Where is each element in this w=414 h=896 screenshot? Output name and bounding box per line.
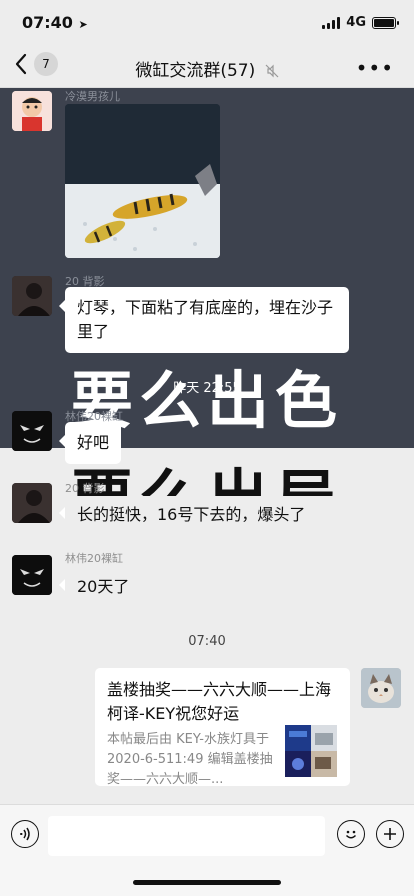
shared-link-thumbnail	[285, 725, 337, 777]
shared-link-desc: 本帖最后由 KEY-水族灯具于 2020-6-511:49 编辑盖楼抽奖——六六…	[107, 732, 273, 787]
message-bubble[interactable]: 灯琴，下面粘了有底座的，埋在沙子里了	[59, 287, 349, 353]
overlay-slogan-2-clip: 要么出局	[0, 448, 414, 496]
mute-icon	[265, 64, 279, 78]
person-avatar-icon	[12, 276, 52, 316]
shared-link-card[interactable]: 盖楼抽奖——六六大顺——上海柯译-KEY祝您好运 本帖最后由 KEY-水族灯具于…	[95, 668, 350, 787]
nickname: 林伟20裸缸	[65, 552, 123, 565]
avatar[interactable]	[361, 668, 401, 708]
chat-area[interactable]: 冷漠男孩儿 20 背影 灯琴，下面粘了有底座的，埋在沙子里了 要么出色 昨天 2…	[0, 88, 414, 804]
chat-header: 7 微缸交流群(57) •••	[0, 44, 414, 88]
signal-icon	[322, 16, 341, 29]
battery-icon	[372, 16, 399, 29]
avatar[interactable]	[12, 555, 52, 595]
overlay-slogan-2: 要么出局	[0, 448, 414, 496]
avatar[interactable]	[12, 411, 52, 451]
status-indicators: 4G	[322, 15, 399, 30]
plus-icon[interactable]	[376, 820, 404, 848]
fish-image	[65, 104, 220, 258]
message-bubble[interactable]: 长的挺快，16号下去的，爆头了	[58, 494, 317, 536]
voice-icon[interactable]	[11, 820, 39, 848]
fish-photo[interactable]	[65, 104, 220, 258]
chat-title: 微缸交流群(57)	[0, 56, 414, 81]
smile-face	[345, 830, 357, 839]
plus-sign	[384, 828, 396, 840]
location-arrow-icon: ➤	[78, 18, 88, 31]
shared-link-title: 盖楼抽奖——六六大顺——上海柯译-KEY祝您好运	[107, 680, 332, 723]
avatar[interactable]	[12, 483, 52, 523]
status-bar: 07:40 ➤ 4G	[0, 0, 414, 44]
avatar[interactable]	[12, 91, 52, 131]
status-time: 07:40 ➤	[22, 13, 88, 32]
mask-avatar-icon	[12, 411, 52, 451]
home-indicator	[133, 880, 281, 885]
timestamp: 07:40	[188, 634, 226, 649]
clock: 07:40	[22, 13, 73, 32]
more-icon[interactable]: •••	[356, 56, 394, 80]
message-bubble[interactable]: 20天了	[58, 566, 141, 608]
timestamp: 昨天 22:55	[173, 381, 241, 396]
avatar[interactable]	[12, 276, 52, 316]
person-avatar-icon	[12, 483, 52, 523]
nickname: 冷漠男孩儿	[65, 90, 120, 103]
thumbnail-image	[285, 725, 337, 777]
cat-avatar-icon	[361, 668, 401, 708]
chat-title-text: 微缸交流群(57)	[135, 61, 256, 81]
cartoon-avatar-icon	[12, 91, 52, 131]
network-type: 4G	[346, 15, 366, 30]
voice-waves	[20, 827, 30, 841]
mask-avatar-icon	[12, 555, 52, 595]
emoji-icon[interactable]	[337, 820, 365, 848]
message-input[interactable]	[48, 816, 325, 856]
